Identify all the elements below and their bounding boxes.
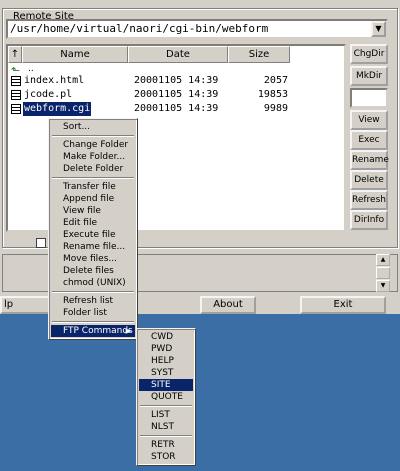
menu-item-ftp-commands-label: FTP Commands — [63, 326, 133, 336]
ftp-command-stor[interactable]: STOR — [139, 451, 193, 463]
file-icon — [11, 90, 21, 100]
menu-item-execute-file[interactable]: Execute file — [51, 229, 135, 241]
file-row-selected[interactable]: webform.cgi 20001105 14:39 9989 — [8, 102, 344, 116]
delete-button[interactable]: Delete — [350, 170, 388, 190]
file-date: 20001105 14:39 — [134, 89, 219, 100]
ftp-commands-submenu: CWD PWD HELP SYST SITE QUOTE LIST NLST R… — [136, 328, 196, 466]
remote-path-combo[interactable]: /usr/home/virtual/naori/cgi-bin/webform … — [6, 19, 388, 39]
sort-arrow-icon[interactable]: ↑ — [8, 46, 22, 63]
scroll-thumb[interactable] — [376, 267, 390, 279]
file-date: 20001105 14:39 — [134, 75, 219, 86]
menu-item-rename-file[interactable]: Rename file... — [51, 241, 135, 253]
dirinfo-button[interactable]: DirInfo — [350, 210, 388, 230]
context-menu: Sort... Change Folder Make Folder... Del… — [48, 118, 138, 340]
ftp-command-syst[interactable]: SYST — [139, 367, 193, 379]
scroll-down-icon[interactable]: ▼ — [376, 280, 390, 292]
refresh-button[interactable]: Refresh — [350, 190, 388, 210]
ftp-command-list[interactable]: LIST — [139, 409, 193, 421]
ftp-command-cwd[interactable]: CWD — [139, 331, 193, 343]
menu-item-sort[interactable]: Sort... — [51, 121, 135, 133]
file-icon — [11, 104, 21, 114]
menu-item-ftp-commands[interactable]: FTP Commands ▶ — [51, 325, 135, 337]
rename-button[interactable]: Rename — [350, 150, 389, 170]
file-size: 9989 — [263, 103, 288, 114]
file-size: 19853 — [257, 89, 288, 100]
ftp-command-help[interactable]: HELP — [139, 355, 193, 367]
column-header-name[interactable]: Name — [22, 46, 128, 63]
file-size: 2057 — [263, 75, 288, 86]
menu-item-delete-files[interactable]: Delete files — [51, 265, 135, 277]
file-row[interactable]: index.html 20001105 14:39 2057 — [8, 74, 344, 88]
ftp-command-quote[interactable]: QUOTE — [139, 391, 193, 403]
about-button[interactable]: About — [200, 296, 256, 314]
ftp-command-pwd[interactable]: PWD — [139, 343, 193, 355]
ftp-command-nlst[interactable]: NLST — [139, 421, 193, 433]
option-checkbox[interactable] — [36, 238, 46, 248]
menu-item-refresh-list[interactable]: Refresh list — [51, 295, 135, 307]
help-button[interactable]: lp — [0, 296, 52, 314]
remote-path-text: /usr/home/virtual/naori/cgi-bin/webform — [10, 22, 269, 35]
file-date: 20001105 14:39 — [134, 103, 219, 114]
column-header-date[interactable]: Date — [128, 46, 228, 63]
file-icon — [11, 76, 21, 86]
ftp-command-site[interactable]: SITE — [139, 379, 193, 391]
parent-folder-label[interactable]: .. — [28, 64, 34, 74]
menu-item-folder-list[interactable]: Folder list — [51, 307, 135, 319]
menu-item-append-file[interactable]: Append file — [51, 193, 135, 205]
view-button[interactable]: View — [350, 110, 388, 130]
menu-item-view-file[interactable]: View file — [51, 205, 135, 217]
menu-item-change-folder[interactable]: Change Folder — [51, 139, 135, 151]
exit-button[interactable]: Exit — [300, 296, 386, 314]
menu-item-transfer-file[interactable]: Transfer file — [51, 181, 135, 193]
file-name: webform.cgi — [23, 102, 92, 116]
file-name: jcode.pl — [24, 89, 73, 100]
log-scrollbar[interactable]: ▲ ▼ — [376, 254, 390, 292]
chgdir-button[interactable]: ChgDir — [350, 44, 388, 64]
dropdown-arrow-icon[interactable]: ▼ — [371, 21, 386, 37]
menu-item-edit-file[interactable]: Edit file — [51, 217, 135, 229]
menu-item-chmod[interactable]: chmod (UNIX) — [51, 277, 135, 289]
file-row[interactable]: jcode.pl 20001105 14:39 19853 — [8, 88, 344, 102]
scroll-up-icon[interactable]: ▲ — [376, 254, 390, 266]
dir-name-input[interactable] — [350, 88, 388, 108]
exec-button[interactable]: Exec — [350, 130, 388, 150]
menu-item-delete-folder[interactable]: Delete Folder — [51, 163, 135, 175]
column-header-size[interactable]: Size — [228, 46, 290, 63]
submenu-arrow-icon: ▶ — [125, 327, 131, 335]
ftp-command-retr[interactable]: RETR — [139, 439, 193, 451]
mkdir-button[interactable]: MkDir — [350, 66, 388, 86]
menu-item-move-files[interactable]: Move files... — [51, 253, 135, 265]
menu-item-make-folder[interactable]: Make Folder... — [51, 151, 135, 163]
file-name: index.html — [24, 75, 85, 86]
